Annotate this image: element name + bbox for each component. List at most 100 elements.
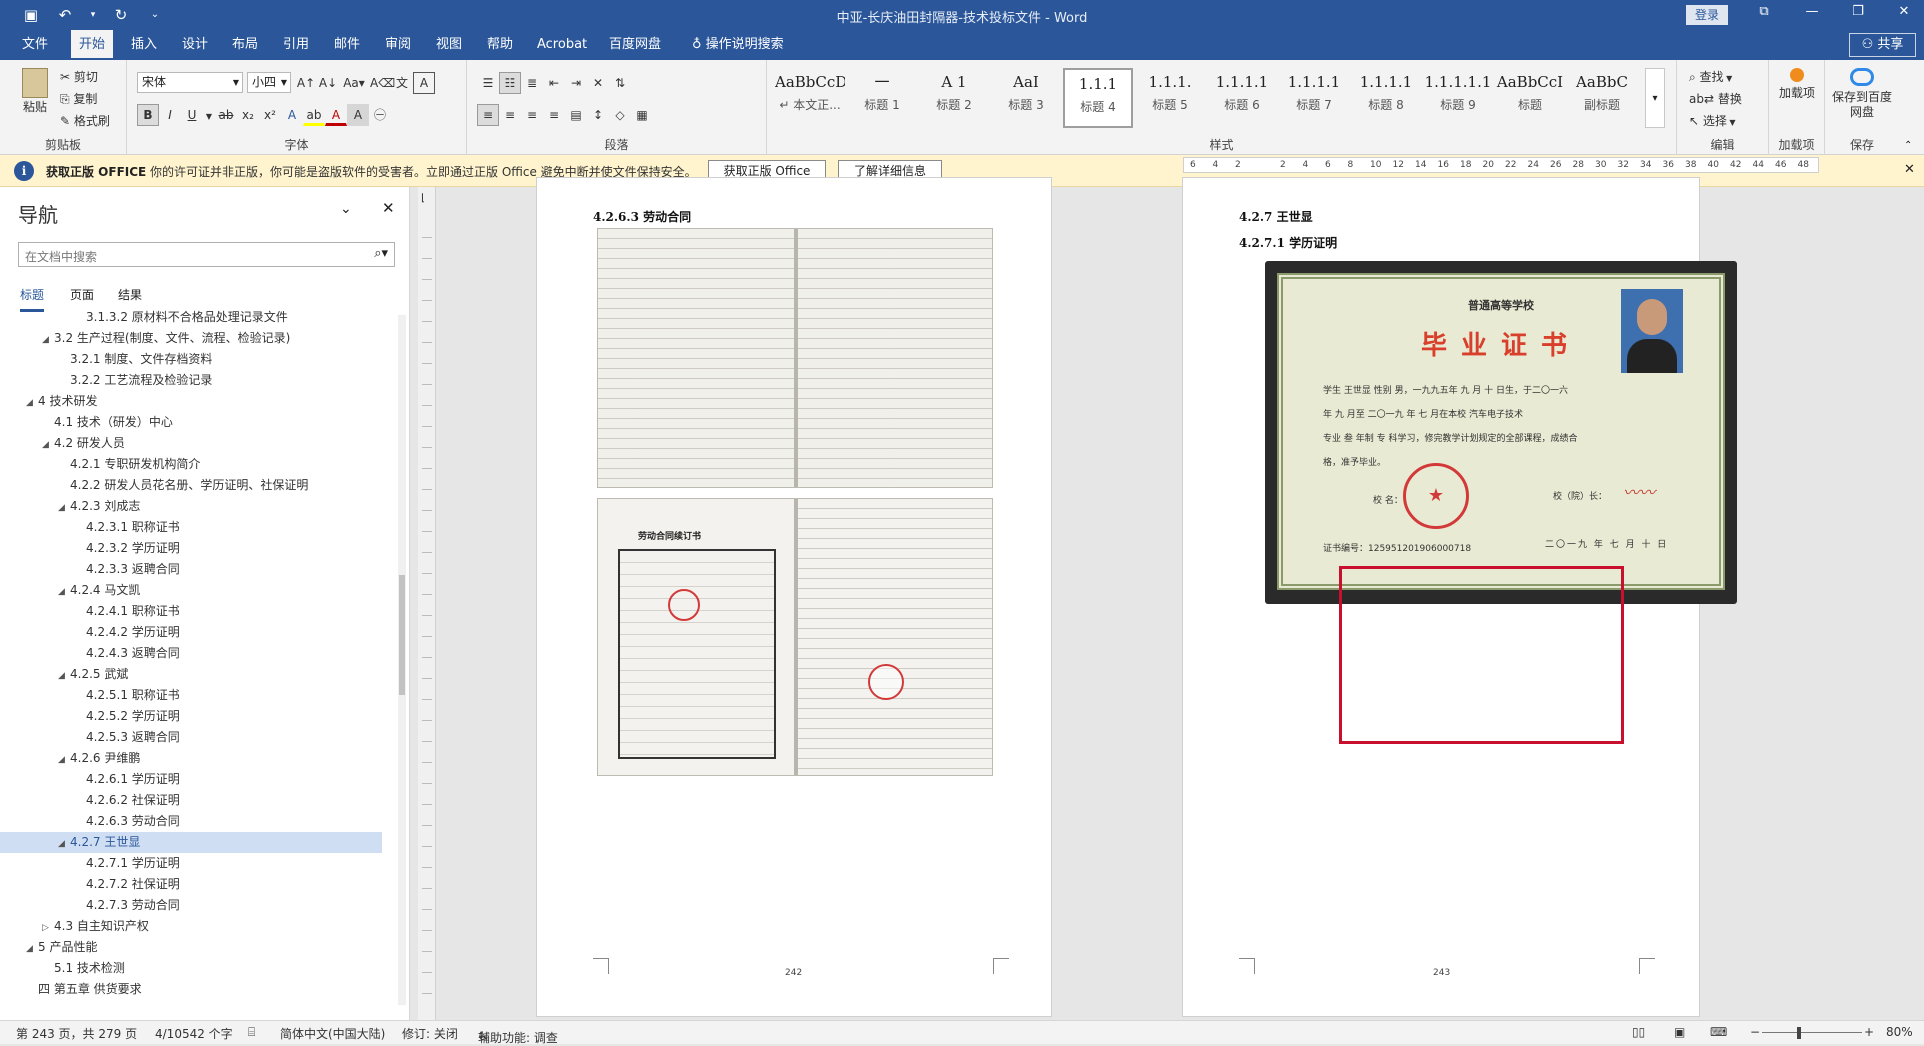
superscript-icon[interactable]: x² xyxy=(259,104,281,126)
tab-review[interactable]: 审阅 xyxy=(377,30,419,60)
nav-heading-item[interactable]: 4.2.4.2 学历证明 xyxy=(0,622,395,643)
minimize-icon[interactable]: — xyxy=(1800,4,1824,19)
style-item[interactable]: 1.1.1.1 标题 7 xyxy=(1279,68,1349,128)
horizontal-ruler[interactable]: 6 4 2 2 4 6 8 10 12 14 16 18 20 22 24 26 28 30 32 34 36 38 40 4… xyxy=(1183,157,1819,173)
status-page[interactable]: 第 243 页，共 279 页 xyxy=(16,1025,137,1042)
char-border-icon[interactable]: A xyxy=(413,72,435,94)
vertical-ruler[interactable]: ⌊ xyxy=(418,187,436,1020)
nav-search-input[interactable]: 在文档中搜索 ⌕▾ xyxy=(18,242,395,267)
nav-heading-item[interactable]: 5.1 技术检测 xyxy=(0,958,395,979)
tab-references[interactable]: 引用 xyxy=(275,30,317,60)
nav-heading-item[interactable]: ◢ 4.2.3 刘成志 xyxy=(0,496,395,517)
login-button[interactable]: 登录 xyxy=(1686,5,1728,25)
style-item[interactable]: AaBbC 副标题 xyxy=(1567,68,1637,128)
nav-heading-item[interactable]: 4.2.2 研发人员花名册、学历证明、社保证明 xyxy=(0,475,395,496)
expand-arrow-icon[interactable]: ◢ xyxy=(58,666,70,687)
nav-options-icon[interactable]: ⌄ xyxy=(340,201,352,217)
tab-insert[interactable]: 插入 xyxy=(123,30,165,60)
nav-heading-item[interactable]: 4.2.3.2 学历证明 xyxy=(0,538,395,559)
expand-arrow-icon[interactable]: ◢ xyxy=(26,393,38,414)
numbering-icon[interactable]: ☷ xyxy=(499,72,521,94)
cut-button[interactable]: ✂ 剪切 xyxy=(60,68,98,85)
status-language[interactable]: 简体中文(中国大陆) xyxy=(280,1025,385,1042)
nav-heading-item[interactable]: 4.2.1 专职研发机构简介 xyxy=(0,454,395,475)
nav-heading-item[interactable]: 4.2.4.1 职称证书 xyxy=(0,601,395,622)
tell-me-search[interactable]: ♁ 操作说明搜索 xyxy=(684,30,792,60)
font-size-combo[interactable]: 小四 ▼ xyxy=(247,72,291,93)
close-nav-icon[interactable]: ✕ xyxy=(382,199,395,217)
tab-view[interactable]: 视图 xyxy=(428,30,470,60)
zoom-slider-thumb[interactable] xyxy=(1797,1027,1801,1039)
tab-file[interactable]: 文件 xyxy=(14,30,56,60)
status-words[interactable]: 4/10542 个字 xyxy=(155,1025,233,1042)
nav-heading-item[interactable]: ▷ 4.3 自主知识产权 xyxy=(0,916,395,937)
sort-icon[interactable]: ⇅ xyxy=(609,72,631,94)
borders-icon[interactable]: ▦ xyxy=(631,104,653,126)
share-button[interactable]: ⚇ 共享 xyxy=(1849,33,1916,57)
distributed-icon[interactable]: ▤ xyxy=(565,104,587,126)
shrink-font-icon[interactable]: A↓ xyxy=(317,72,339,94)
expand-arrow-icon[interactable]: ▷ xyxy=(42,918,54,939)
tab-mailings[interactable]: 邮件 xyxy=(326,30,368,60)
style-item[interactable]: 1.1.1.1 标题 8 xyxy=(1351,68,1421,128)
nav-heading-item[interactable]: ◢ 4.2.7 王世显 xyxy=(0,832,382,853)
collapse-ribbon-icon[interactable]: ⌃ xyxy=(1904,140,1912,151)
char-shading-icon[interactable]: A xyxy=(347,104,369,126)
save-baidu-button[interactable]: 保存到百度网盘 xyxy=(1829,68,1895,120)
align-right-icon[interactable]: ≡ xyxy=(521,104,543,126)
style-item[interactable]: AaBbCcI 标题 xyxy=(1495,68,1565,128)
subscript-icon[interactable]: x₂ xyxy=(237,104,259,126)
find-button[interactable]: ⌕ 查找 ▼ xyxy=(1689,68,1732,85)
web-layout-icon[interactable]: ⌨ xyxy=(1710,1025,1727,1039)
nav-heading-item[interactable]: ◢ 4.2 研发人员 xyxy=(0,433,395,454)
increase-indent-icon[interactable]: ⇥ xyxy=(565,72,587,94)
page-242[interactable]: 4.2.6.3 劳动合同 劳动合同续订书 242 xyxy=(536,177,1052,1017)
nav-tab-results[interactable]: 结果 xyxy=(118,286,142,303)
bold-icon[interactable]: B xyxy=(137,104,159,126)
bullets-icon[interactable]: ☰ xyxy=(477,72,499,94)
change-case-icon[interactable]: Aa▾ xyxy=(339,72,369,94)
nav-heading-item[interactable]: ◢ 4.2.5 武斌 xyxy=(0,664,395,685)
shading-icon[interactable]: ◇ xyxy=(609,104,631,126)
print-layout-icon[interactable]: ▣ xyxy=(1674,1025,1685,1039)
nav-heading-item[interactable]: ◢ 4.2.6 尹维鹏 xyxy=(0,748,395,769)
addins-button[interactable]: 加载项 xyxy=(1777,68,1817,101)
font-name-combo[interactable]: 宋体 ▼ xyxy=(137,72,243,93)
style-item[interactable]: 一标题 1 xyxy=(847,68,917,128)
replace-button[interactable]: ab⇄ 替换 xyxy=(1689,90,1742,107)
nav-heading-item[interactable]: ◢ 5 产品性能 xyxy=(0,937,395,958)
close-window-icon[interactable]: ✕ xyxy=(1892,4,1916,19)
nav-heading-item[interactable]: 4.2.3.1 职称证书 xyxy=(0,517,395,538)
clear-format-icon[interactable]: A⌫ xyxy=(369,72,395,94)
expand-arrow-icon[interactable]: ◢ xyxy=(58,750,70,771)
tab-layout[interactable]: 布局 xyxy=(224,30,266,60)
phonetic-guide-icon[interactable]: 文 xyxy=(391,72,413,94)
line-spacing-icon[interactable]: ↕ xyxy=(587,104,609,126)
style-item[interactable]: 1.1.1 标题 4 xyxy=(1063,68,1133,128)
zoom-slider[interactable] xyxy=(1762,1032,1862,1033)
nav-heading-item[interactable]: ◢ 3.2 生产过程(制度、文件、流程、检验记录) xyxy=(0,328,395,349)
tab-home[interactable]: 开始 xyxy=(71,30,114,60)
copy-button[interactable]: ⎘ 复制 xyxy=(60,90,97,107)
nav-heading-item[interactable]: 4.2.7.3 劳动合同 xyxy=(0,895,395,916)
text-effects-icon[interactable]: A xyxy=(281,104,303,126)
style-item[interactable]: 1.1.1. 标题 5 xyxy=(1135,68,1205,128)
nav-heading-item[interactable]: 4.2.3.3 返聘合同 xyxy=(0,559,395,580)
nav-heading-item[interactable]: 4.2.6.2 社保证明 xyxy=(0,790,395,811)
ruler-corner-icon[interactable]: ⌊ xyxy=(421,193,425,204)
close-notice-icon[interactable]: ✕ xyxy=(1904,162,1915,177)
multilevel-list-icon[interactable]: ≣ xyxy=(521,72,543,94)
style-item[interactable]: 1.1.1.1.1 标题 9 xyxy=(1423,68,1493,128)
zoom-out-icon[interactable]: − xyxy=(1750,1025,1760,1039)
italic-icon[interactable]: I xyxy=(159,104,181,126)
nav-heading-item[interactable]: 4.2.7.1 学历证明 xyxy=(0,853,395,874)
style-item[interactable]: AaI 标题 3 xyxy=(991,68,1061,128)
tab-help[interactable]: 帮助 xyxy=(479,30,521,60)
align-left-icon[interactable]: ≡ xyxy=(477,104,499,126)
underline-icon[interactable]: U xyxy=(181,104,203,126)
restore-icon[interactable]: ❐ xyxy=(1846,4,1870,19)
nav-heading-item[interactable]: ◢ 4 技术研发 xyxy=(0,391,395,412)
nav-heading-item[interactable]: 4.2.5.2 学历证明 xyxy=(0,706,395,727)
page-243[interactable]: 4.2.7 王世显 4.2.7.1 学历证明 普通高等学校 毕业证书 学生 王世… xyxy=(1182,177,1737,1017)
status-track-changes[interactable]: 修订: 关闭 xyxy=(402,1025,458,1042)
